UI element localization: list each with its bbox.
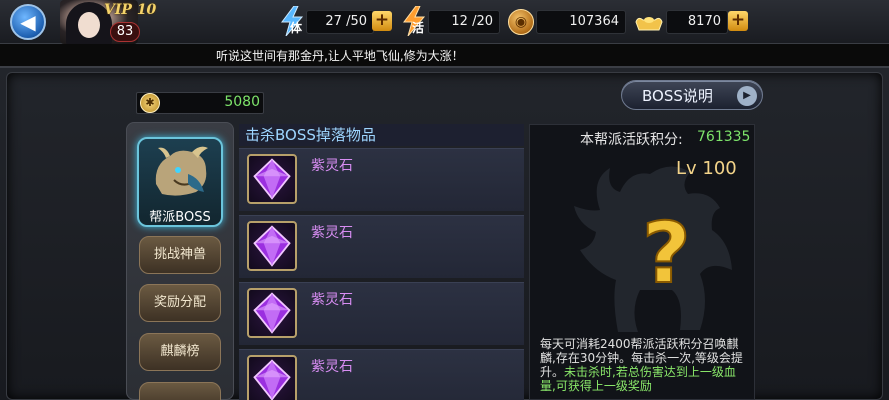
- list-item[interactable]: 紫灵石: [239, 215, 524, 278]
- nav-qilin-ranking[interactable]: 麒麟榜: [139, 333, 221, 371]
- add-stamina-button[interactable]: +: [372, 11, 392, 31]
- announcement-strip: 听说这世间有那金丹,让人平地飞仙,修为大涨！: [0, 44, 889, 66]
- nav-more[interactable]: [139, 382, 221, 400]
- guild-activity-label: 本帮派活跃积分:: [580, 132, 683, 148]
- question-mark-icon: ?: [642, 204, 691, 302]
- item-name: 紫灵石: [311, 225, 353, 241]
- add-gold-button[interactable]: +: [728, 11, 748, 31]
- list-item[interactable]: 紫灵石: [239, 349, 524, 400]
- drop-list-title: 击杀BOSS掉落物品: [245, 126, 376, 144]
- boss-explain-label: BOSS说明: [642, 87, 713, 105]
- stamina-char: 体: [290, 21, 303, 35]
- level-badge: 83: [110, 22, 140, 42]
- boss-description: 每天可消耗2400帮派活跃积分召唤麒麟,存在30分钟。每击杀一次,等级会提升。未…: [540, 337, 745, 393]
- play-arrow-icon: ▶: [737, 86, 757, 106]
- vip-label: VIP 10: [104, 2, 157, 18]
- purple-gem-icon: [247, 355, 297, 400]
- gold-value: 8170: [666, 10, 728, 34]
- coins-value: 107364: [536, 10, 626, 34]
- item-name: 紫灵石: [311, 292, 353, 308]
- description-highlight: 未击杀时,若总伤害达到上一级血量,可获得上一级奖励: [540, 365, 736, 393]
- boss-level: Lv 100: [676, 158, 737, 179]
- coins-resource: ◉ 107364: [508, 9, 626, 35]
- coin-icon: ◉: [508, 9, 534, 35]
- activity-value: 12 /20: [428, 10, 500, 34]
- qilin-head-icon: [155, 146, 208, 196]
- gold-resource: 8170 +: [634, 10, 748, 34]
- list-item[interactable]: 紫灵石: [239, 282, 524, 345]
- list-item[interactable]: 紫灵石: [239, 148, 524, 211]
- purple-gem-icon: [247, 154, 297, 204]
- nav-guild-boss-label: 帮派BOSS: [149, 210, 211, 225]
- purple-gem-icon: [247, 221, 297, 271]
- points-value: 5080: [224, 94, 260, 110]
- stamina-value: 27 /50: [306, 10, 374, 34]
- purple-gem-icon: [247, 288, 297, 338]
- activity-char: 活: [412, 21, 425, 35]
- back-arrow-icon: ◀: [20, 10, 36, 34]
- activity-resource: 活 12 /20: [402, 6, 502, 36]
- avatar-face: [78, 12, 100, 38]
- game-screen: ◀ VIP 10 83 体 27 /50 + 活 12 /20 ◉ 107364…: [0, 0, 889, 400]
- guild-activity-value: 761335: [697, 129, 751, 145]
- nav-challenge-beast[interactable]: 挑战神兽: [139, 236, 221, 274]
- points-icon: ✱: [140, 93, 160, 113]
- item-name: 紫灵石: [311, 359, 353, 375]
- nav-reward-distribution[interactable]: 奖励分配: [139, 284, 221, 322]
- gold-ingot-icon: [635, 17, 663, 31]
- back-button[interactable]: ◀: [10, 4, 46, 40]
- announcement-text: 听说这世间有那金丹,让人平地飞仙,修为大涨！: [216, 49, 464, 63]
- stamina-resource: 体 27 /50 +: [280, 6, 400, 36]
- item-name: 紫灵石: [311, 158, 353, 174]
